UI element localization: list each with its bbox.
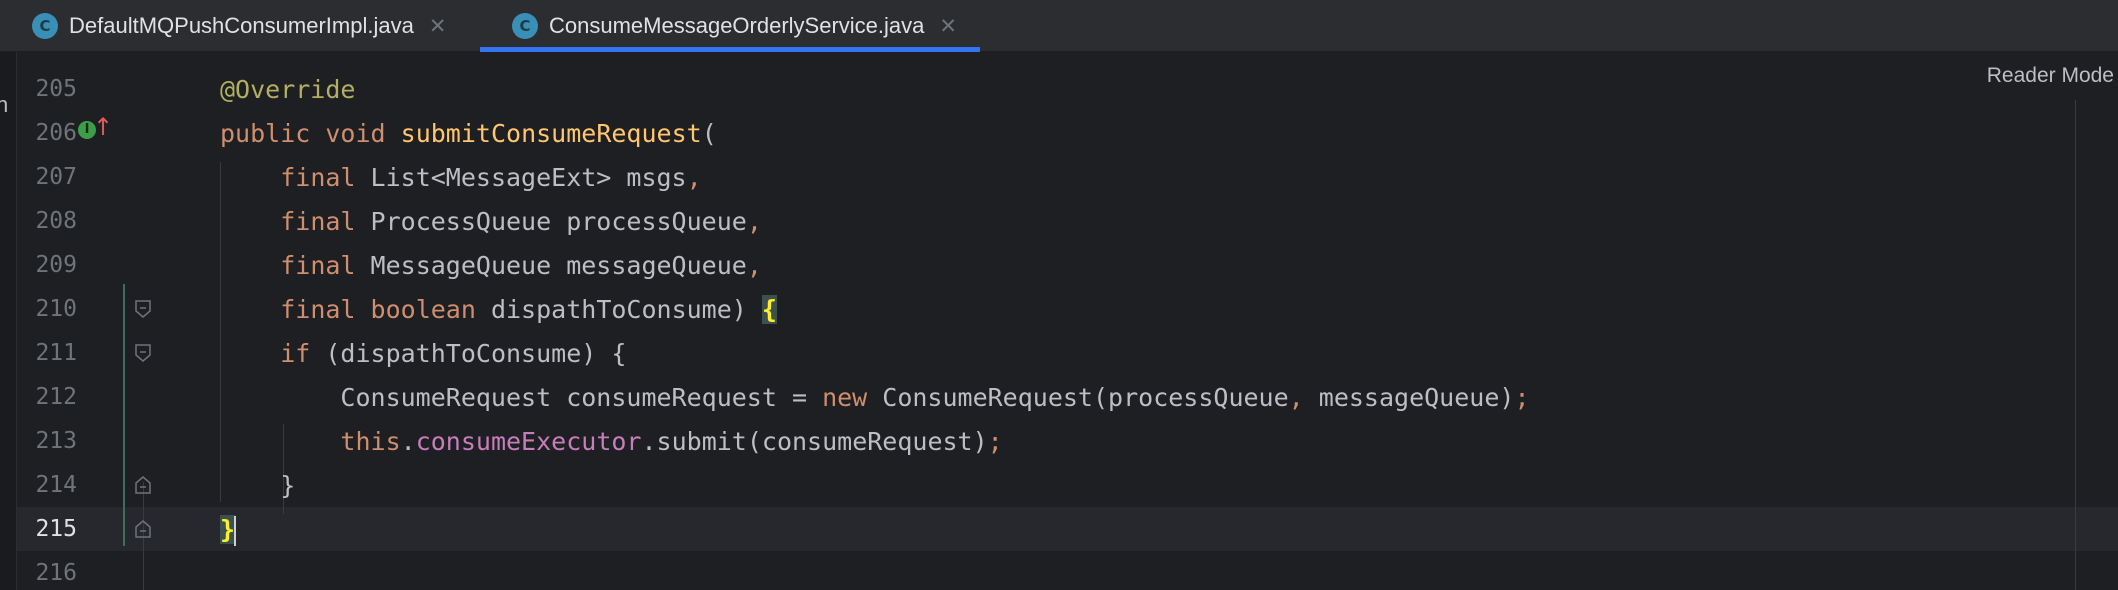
code-line[interactable]: this.consumeExecutor.submit(consumeReque… [220,420,1003,464]
vcs-change-marker[interactable] [123,284,125,546]
code-token: List<MessageExt> msgs [355,163,687,192]
reader-mode-button[interactable]: Reader Mode [1987,64,2114,88]
code-token: } [220,515,236,544]
side-panel-edge: n [0,52,17,590]
line-number[interactable]: 216 [35,560,77,586]
code-token: , [746,251,762,280]
code-token: messageQueue) [1303,383,1515,412]
code-token: final [280,207,356,236]
line-number[interactable]: 211 [35,340,77,366]
overrides-method-arrow-icon[interactable]: ↑ [93,115,113,139]
code-line[interactable]: final List<MessageExt> msgs, [220,156,702,200]
code-token: final [280,251,356,280]
line-number[interactable]: 208 [35,208,77,234]
code-token: if [280,339,311,368]
code-line[interactable]: } [220,508,237,552]
current-line-highlight [17,507,2118,551]
editor-tab-bar: C DefaultMQPushConsumerImpl.java ✕ C Con… [0,0,2118,52]
line-number[interactable]: 210 [35,296,77,322]
line-number[interactable]: 213 [35,428,77,454]
code-line[interactable]: ConsumeRequest consumeRequest = new Cons… [220,376,1530,420]
code-line[interactable]: public void submitConsumeRequest( [220,112,717,156]
tab-label: DefaultMQPushConsumerImpl.java [69,13,414,38]
line-number[interactable]: 205 [35,76,77,102]
line-number[interactable]: 206 [35,120,77,146]
code-line[interactable]: if (dispathToConsume) { [220,332,626,376]
code-line[interactable]: final MessageQueue messageQueue, [220,244,762,288]
line-number[interactable]: 212 [35,384,77,410]
close-icon[interactable]: ✕ [429,14,447,38]
ide-window: C DefaultMQPushConsumerImpl.java ✕ C Con… [0,0,2118,590]
fold-start-icon[interactable] [135,300,151,318]
tab-consume-message-orderly-service[interactable]: C ConsumeMessageOrderlyService.java ✕ [480,0,980,52]
code-token: ; [987,427,1003,456]
line-number[interactable]: 214 [35,472,77,498]
code-token: MessageQueue messageQueue [355,251,747,280]
code-line[interactable]: } [220,464,295,508]
code-token: ProcessQueue processQueue [355,207,747,236]
code-token: } [280,471,296,500]
fold-end-icon[interactable] [135,520,151,538]
java-class-icon: C [512,13,538,39]
code-token: final [280,295,356,324]
fold-start-icon[interactable] [135,344,151,362]
code-token: @Override [220,75,356,104]
tab-label: ConsumeMessageOrderlyService.java [549,13,925,38]
code-token: this [340,427,401,456]
code-token: .submit(consumeRequest) [641,427,988,456]
text-caret [234,516,237,546]
line-number[interactable]: 209 [35,252,77,278]
code-token: dispathToConsume) [475,295,762,324]
code-token: , [686,163,702,192]
line-number[interactable]: 207 [35,164,77,190]
code-token: { [761,295,777,324]
code-token: ConsumeRequest(processQueue [867,383,1289,412]
java-class-icon: C [32,13,58,39]
code-editor[interactable]: n 205 206 207 208 209 210 211 212 213 214 215 216 I… [0,52,2118,590]
line-number[interactable]: 215 [35,516,77,542]
code-token: , [1288,383,1304,412]
code-token: (dispathToConsume) { [310,339,627,368]
code-token: boolean [370,295,476,324]
code-token: . [400,427,416,456]
clipped-panel-text: n [0,92,9,117]
code-token: , [746,207,762,236]
code-line[interactable]: @Override [220,68,355,112]
vertical-scrollbar[interactable] [2075,100,2076,590]
code-line[interactable]: final ProcessQueue processQueue, [220,200,762,244]
code-token: final [280,163,356,192]
fold-end-icon[interactable] [135,476,151,494]
tab-default-mq-push-consumer-impl[interactable]: C DefaultMQPushConsumerImpl.java ✕ [0,0,478,52]
code-token: submitConsumeRequest [400,119,702,148]
code-line[interactable]: final boolean dispathToConsume) { [220,288,777,332]
code-token: void [325,119,386,148]
code-token: ; [1514,383,1530,412]
code-token: consumeExecutor [415,427,642,456]
close-icon[interactable]: ✕ [939,14,957,38]
code-token: ( [701,119,717,148]
code-token: ConsumeRequest consumeRequest = [340,383,823,412]
code-token: new [822,383,868,412]
code-token: public [220,119,311,148]
